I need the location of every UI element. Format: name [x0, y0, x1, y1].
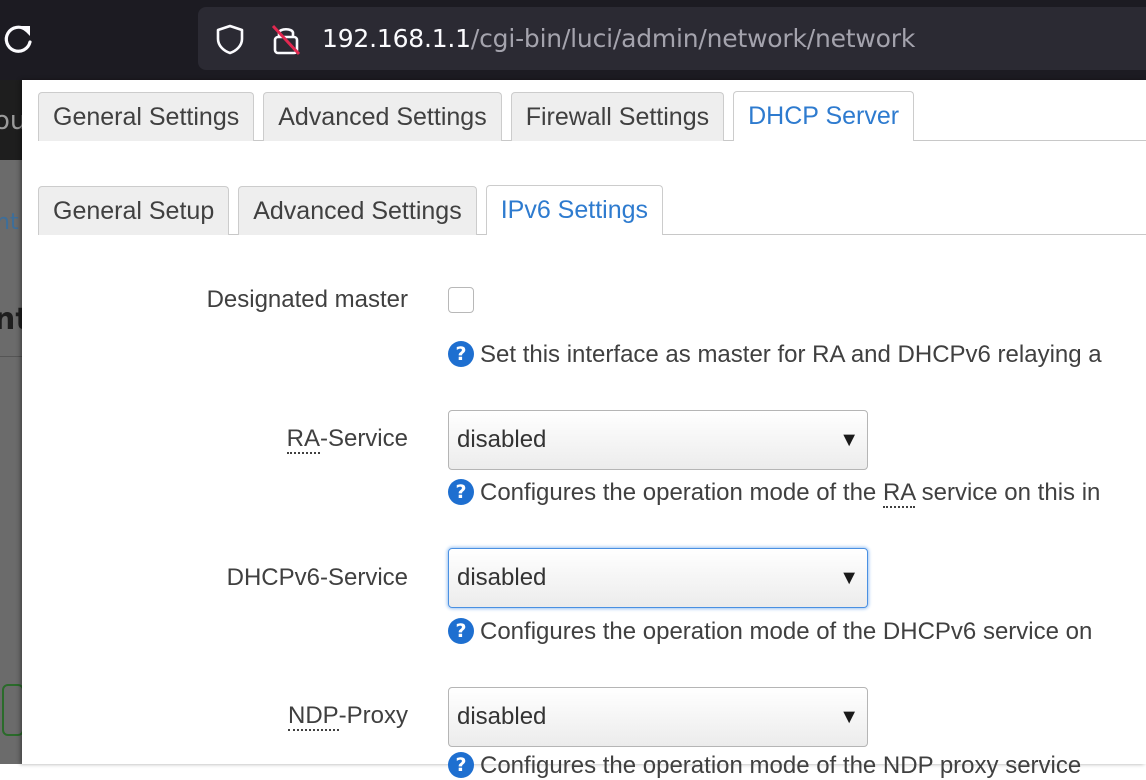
- url-host: 192.168.1.1: [322, 24, 471, 53]
- background-title: nt: [0, 302, 22, 337]
- dhcpv6-service-select[interactable]: disabled ▼: [448, 548, 868, 608]
- url-bar[interactable]: 192.168.1.1/cgi-bin/luci/admin/network/n…: [198, 7, 1146, 70]
- background-link: nt: [0, 210, 19, 235]
- background-page: ou nt nt: [0, 80, 22, 764]
- tab-dhcp-server[interactable]: DHCP Server: [733, 91, 915, 141]
- tab-dhcp-advanced-settings[interactable]: Advanced Settings: [238, 186, 477, 235]
- chevron-down-icon: ▼: [839, 429, 859, 451]
- help-icon: ?: [448, 479, 474, 505]
- insecure-lock-icon[interactable]: [270, 23, 302, 57]
- ndp-proxy-select[interactable]: disabled ▼: [448, 687, 868, 747]
- url-text[interactable]: 192.168.1.1/cgi-bin/luci/admin/network/n…: [322, 22, 915, 56]
- background-header: ou: [0, 80, 22, 160]
- ra-service-label: RA-Service: [286, 425, 408, 454]
- background-header-text: ou: [0, 106, 22, 136]
- main-tabs: General Settings Advanced Settings Firew…: [38, 91, 923, 141]
- reload-icon[interactable]: [0, 20, 38, 58]
- ra-service-value: disabled: [457, 426, 547, 453]
- browser-toolbar: 192.168.1.1/cgi-bin/luci/admin/network/n…: [0, 0, 1146, 80]
- help-icon: ?: [448, 618, 474, 644]
- ndp-abbr: NDP: [287, 702, 339, 731]
- dhcpv6-service-help: ? Configures the operation mode of the DH…: [448, 618, 1092, 646]
- tab-general-setup[interactable]: General Setup: [38, 186, 230, 235]
- tab-firewall-settings[interactable]: Firewall Settings: [510, 92, 725, 141]
- dhcpv6-service-label: DHCPv6-Service: [226, 564, 408, 591]
- background-button: [2, 684, 22, 736]
- background-divider: [0, 356, 22, 357]
- designated-master-label: Designated master: [206, 286, 408, 313]
- ra-service-label-rest: -Service: [319, 425, 408, 452]
- chevron-down-icon: ▼: [839, 567, 859, 589]
- url-path: /cgi-bin/luci/admin/network/network: [470, 24, 916, 53]
- tab-general-settings[interactable]: General Settings: [38, 92, 255, 141]
- interface-settings-modal: General Settings Advanced Settings Firew…: [22, 80, 1146, 779]
- designated-master-help: ? Set this interface as master for RA and…: [448, 341, 1102, 369]
- designated-master-checkbox[interactable]: [448, 287, 474, 313]
- ra-service-select[interactable]: disabled ▼: [448, 410, 868, 470]
- help-icon: ?: [448, 752, 474, 778]
- tab-ipv6-settings[interactable]: IPv6 Settings: [485, 185, 664, 235]
- sub-tabs: General Setup Advanced Settings IPv6 Set…: [38, 185, 672, 235]
- ndp-proxy-label: NDP-Proxy: [287, 702, 408, 731]
- help-icon: ?: [448, 341, 474, 367]
- ra-abbr: RA: [286, 425, 320, 454]
- dhcpv6-service-value: disabled: [457, 564, 547, 591]
- tab-advanced-settings[interactable]: Advanced Settings: [263, 92, 502, 141]
- ra-service-help-before: Configures the operation mode of the: [480, 479, 883, 506]
- ndp-proxy-help-text: Configures the operation mode of the NDP…: [480, 752, 1082, 779]
- ra-service-help: ? Configures the operation mode of the RA…: [448, 479, 1101, 508]
- ndp-proxy-label-rest: -Proxy: [338, 702, 408, 729]
- ndp-proxy-value: disabled: [457, 703, 547, 730]
- chevron-down-icon: ▼: [839, 706, 859, 728]
- designated-master-help-text: Set this interface as master for RA and …: [480, 341, 1102, 368]
- ndp-proxy-help: ? Configures the operation mode of the ND…: [448, 752, 1081, 780]
- dhcpv6-service-help-text: Configures the operation mode of the DHC…: [480, 618, 1093, 645]
- ra-help-abbr: RA: [882, 479, 915, 508]
- ra-service-help-after: service on this in: [914, 479, 1101, 506]
- shield-icon[interactable]: [214, 23, 246, 55]
